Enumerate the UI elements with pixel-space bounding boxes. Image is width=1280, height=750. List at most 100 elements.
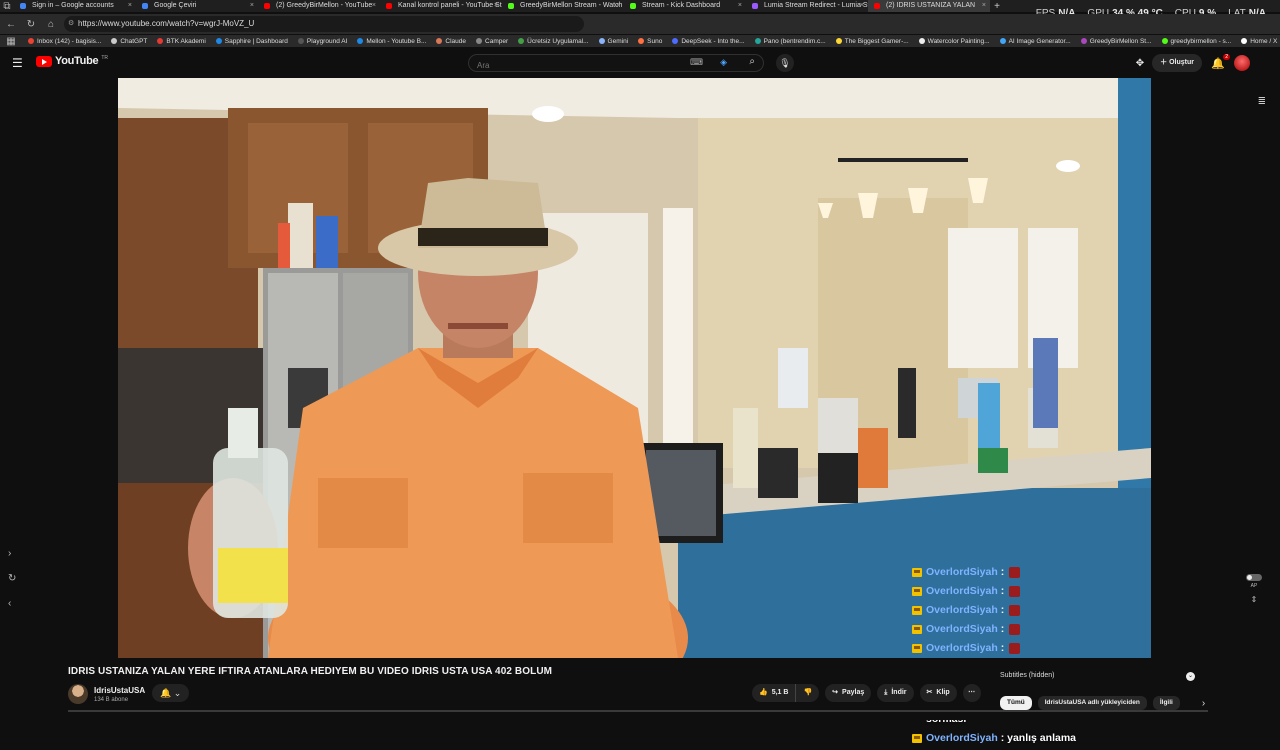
bookmark-item[interactable]: DeepSeek - Into the... <box>672 38 745 45</box>
bookmark-item[interactable]: Sapphire | Dashboard <box>215 38 288 45</box>
notifications-bell-icon[interactable]: 🔔 2 <box>1210 53 1230 70</box>
bookmark-label: BTK Akademi <box>166 37 206 45</box>
more-actions-button[interactable]: ⋯ <box>962 684 981 702</box>
chat-emote-icon <box>1009 623 1021 635</box>
tab-title: (2) IDRIS USTANIZA YALAN <box>886 2 976 9</box>
channel-avatar[interactable] <box>68 684 88 704</box>
bookmark-item[interactable]: The Biggest Gamer-... <box>835 38 909 45</box>
chat-username[interactable]: OverlordSiyah <box>926 604 998 616</box>
browser-tab[interactable]: Google Çeviri × <box>136 0 258 12</box>
chat-message: OverlordSiyah : <box>912 565 1242 579</box>
chat-list-icon[interactable]: ≣ <box>1258 96 1266 107</box>
tab-title: GreedyBirMellon Stream - Watch <box>520 2 623 9</box>
bookmark-item[interactable]: ChatGPT <box>111 38 147 45</box>
close-tab-icon[interactable]: × <box>128 0 132 12</box>
bookmark-item[interactable]: Playground AI <box>297 37 348 45</box>
browser-tab[interactable]: Sign in – Google accounts × <box>14 0 136 12</box>
close-tab-icon[interactable]: × <box>616 0 620 12</box>
filter-chip[interactable]: Tümü <box>1000 696 1032 710</box>
bookmark-favicon-icon <box>476 38 483 44</box>
browser-menu-icon[interactable]: ⧉ <box>0 1 14 12</box>
channel-name[interactable]: IdrisUstaUSA <box>94 686 145 695</box>
close-tab-icon[interactable]: × <box>860 0 864 12</box>
url-field[interactable]: ⚙ https://www.youtube.com/watch?v=wgrJ-M… <box>64 16 584 32</box>
filter-chip[interactable]: İlgili <box>1152 696 1180 710</box>
browser-tab[interactable]: (2) IDRIS USTANIZA YALAN × <box>868 0 990 12</box>
refresh-icon[interactable]: ↻ <box>8 573 16 584</box>
bookmark-item[interactable]: greedybirmellon - s... <box>1161 38 1231 45</box>
bookmark-label: Camper <box>485 37 509 45</box>
keyboard-icon[interactable]: ⌨ <box>690 57 703 68</box>
bookmark-item[interactable]: Inbox (142) - bagisis... <box>28 38 101 45</box>
moderator-badge-icon <box>912 606 922 615</box>
close-tab-icon[interactable]: × <box>982 0 986 12</box>
search-input[interactable] <box>469 57 669 74</box>
autoplay-label: AP <box>1250 583 1258 589</box>
close-tab-icon[interactable]: × <box>250 0 254 12</box>
bookmark-favicon-icon <box>357 38 364 44</box>
chevron-down-icon[interactable]: ⌄ <box>1186 672 1195 681</box>
clip-button[interactable]: ✂ Klip <box>919 684 957 702</box>
video-player[interactable]: › ↻ ‹ ≣ AP ⇕ OverlordSiyah : OverlordSiy… <box>0 78 1280 744</box>
account-avatar[interactable] <box>1234 55 1250 71</box>
subscription-bell-button[interactable]: 🔔 ⌄ <box>152 684 190 702</box>
chips-next-icon[interactable]: › <box>1202 698 1205 709</box>
bookmark-item[interactable]: BTK Akademi <box>157 37 206 45</box>
like-button[interactable]: 👍 5,1 B <box>752 684 797 702</box>
browser-tab[interactable]: Lumia Stream Redirect - Lumia St × <box>746 0 868 12</box>
reload-icon[interactable]: ↻ <box>24 19 38 30</box>
hamburger-menu-icon[interactable]: ☰ <box>12 56 26 70</box>
apps-icon[interactable]: ▦ <box>4 36 18 47</box>
autoplay-toggle[interactable] <box>1246 574 1262 581</box>
bookmark-item[interactable]: AI Image Generator... <box>999 38 1071 45</box>
back-icon[interactable]: ← <box>4 19 18 30</box>
youtube-logo[interactable]: YouTube TR <box>36 55 108 67</box>
video-info: IDRIS USTANIZA YALAN YERE IFTIRA ATANLAR… <box>0 658 1280 720</box>
chevron-left-icon[interactable]: ‹ <box>8 598 16 609</box>
translate-icon[interactable]: ◈ <box>720 57 727 68</box>
subtitles-panel-header[interactable]: Subtitles (hidden) ⌄ <box>1000 672 1200 684</box>
chat-username[interactable]: OverlordSiyah <box>926 623 998 635</box>
bookmark-item[interactable]: Gemini <box>598 38 628 45</box>
expand-icon[interactable]: ⇕ <box>1251 595 1258 604</box>
site-info-icon[interactable]: ⚙ <box>68 16 74 32</box>
chevron-right-icon[interactable]: › <box>8 548 16 559</box>
url-text: https://www.youtube.com/watch?v=wgrJ-MoV… <box>78 19 255 28</box>
download-button[interactable]: ⤓ İndir <box>877 684 914 702</box>
browser-tab[interactable]: Stream - Kick Dashboard × <box>624 0 746 12</box>
close-tab-icon[interactable]: × <box>738 0 742 12</box>
microphone-icon[interactable]: 🎙 <box>776 54 794 72</box>
dislike-button[interactable]: 👎 <box>796 684 820 702</box>
bookmark-favicon-icon <box>111 38 118 44</box>
filter-chip[interactable]: IdrisUstaUSA adlı yükleyiciden <box>1037 696 1147 710</box>
chat-username[interactable]: OverlordSiyah <box>926 585 998 597</box>
browser-tab[interactable]: GreedyBirMellon Stream - Watch × <box>502 0 624 12</box>
browser-tab[interactable]: Kanal kontrol paneli - YouTube St × <box>380 0 502 12</box>
moderator-badge-icon <box>912 734 922 743</box>
bookmark-item[interactable]: Mellon - Youtube B... <box>357 38 426 45</box>
chat-username[interactable]: OverlordSiyah <box>926 566 998 578</box>
chat-emote-icon <box>1009 585 1021 597</box>
create-button[interactable]: ＋ Oluştur <box>1152 54 1202 72</box>
bookmark-item[interactable]: Home / X <box>1241 38 1277 45</box>
close-tab-icon[interactable]: × <box>494 0 498 12</box>
bookmark-item[interactable]: Pano (bentrendim.c... <box>754 38 826 45</box>
search-icon[interactable]: ⌕ <box>749 56 755 67</box>
home-icon[interactable]: ⌂ <box>44 19 58 30</box>
bookmark-item[interactable]: GreedyBirMellon St... <box>1080 38 1152 45</box>
share-button[interactable]: ↪ Paylaş <box>825 684 872 702</box>
chat-username[interactable]: OverlordSiyah <box>926 732 998 744</box>
bookmark-item[interactable]: Suno <box>638 38 662 45</box>
new-tab-icon[interactable]: + <box>990 1 1004 12</box>
region-code: TR <box>101 55 108 61</box>
bookmark-label: Playground AI <box>306 37 348 45</box>
cast-icon[interactable]: ✥ <box>1136 58 1144 69</box>
browser-tab[interactable]: (2) GreedyBirMellon - YouTube × <box>258 0 380 12</box>
chat-username[interactable]: OverlordSiyah <box>926 642 998 654</box>
bookmark-item[interactable]: Camper <box>476 38 508 45</box>
close-tab-icon[interactable]: × <box>372 0 376 12</box>
bookmark-item[interactable]: Claude <box>436 38 466 45</box>
bookmark-item[interactable]: Ücretsiz Uygulamal... <box>518 38 589 45</box>
tab-favicon-icon <box>874 3 880 9</box>
bookmark-item[interactable]: Watercolor Painting... <box>918 38 990 45</box>
